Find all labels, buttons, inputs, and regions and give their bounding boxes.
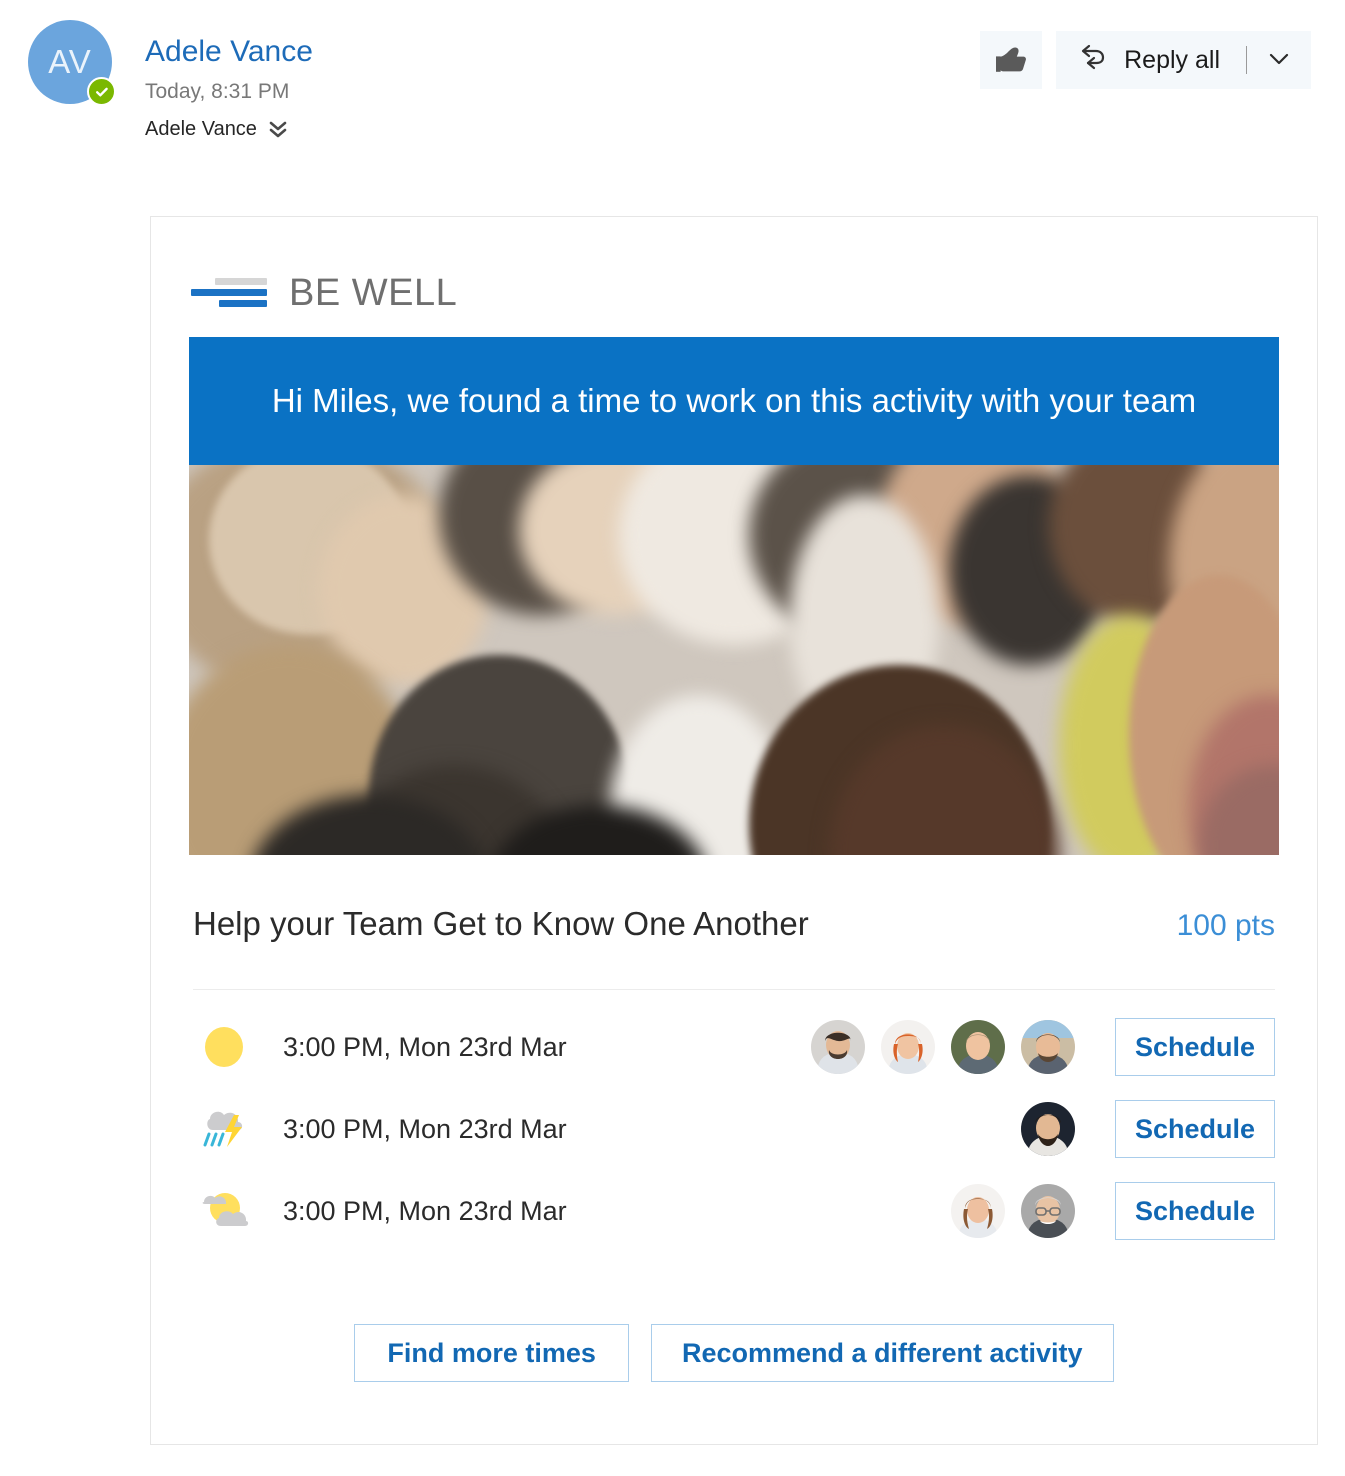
thunderstorm-rain-icon [193, 1106, 261, 1152]
attendee-avatar[interactable] [951, 1020, 1005, 1074]
attendee-avatar[interactable] [881, 1020, 935, 1074]
sunny-icon [193, 1024, 261, 1070]
hero-section: Hi Miles, we found a time to work on thi… [189, 337, 1279, 855]
slot-attendees [811, 1020, 1075, 1074]
card-footer-actions: Find more times Recommend a different ac… [189, 1324, 1279, 1382]
activity-title-row: Help your Team Get to Know One Another 1… [189, 905, 1279, 943]
slot-time: 3:00 PM, Mon 23rd Mar [283, 1195, 567, 1226]
reply-all-icon [1078, 42, 1108, 79]
double-chevron-down-icon[interactable] [268, 118, 288, 140]
message-header: AV Adele Vance Today, 8:31 PM Adele Vanc… [0, 0, 1345, 175]
time-slot-row: 3:00 PM, Mon 23rd Mar Schedule [189, 1170, 1279, 1252]
partly-cloudy-icon [193, 1188, 261, 1234]
hero-banner-text: Hi Miles, we found a time to work on thi… [271, 382, 1197, 419]
schedule-button[interactable]: Schedule [1115, 1018, 1275, 1076]
schedule-button[interactable]: Schedule [1115, 1182, 1275, 1240]
hero-photo [189, 465, 1279, 855]
recommend-activity-button[interactable]: Recommend a different activity [650, 1324, 1114, 1382]
attendee-avatar[interactable] [1021, 1102, 1075, 1156]
slot-time: 3:00 PM, Mon 23rd Mar [283, 1031, 567, 1062]
brand-logo-text: BE WELL [289, 271, 458, 314]
time-slot-row: 3:00 PM, Mon 23rd Mar Schedule [189, 1088, 1279, 1170]
chevron-down-icon[interactable] [1267, 46, 1291, 75]
brand-logo: BE WELL [189, 265, 1279, 321]
time-slot-row: 3:00 PM, Mon 23rd Mar Schedule [189, 1006, 1279, 1088]
slot-attendees [1021, 1102, 1075, 1156]
avatar[interactable]: AV [28, 20, 116, 106]
reply-all-label: Reply all [1124, 45, 1220, 74]
recipient-row[interactable]: Adele Vance [145, 115, 313, 143]
attendee-avatar[interactable] [951, 1184, 1005, 1238]
be-well-bars-logo [191, 273, 271, 313]
attendee-avatar[interactable] [1021, 1184, 1075, 1238]
sender-name[interactable]: Adele Vance [145, 34, 313, 70]
thumbs-up-icon [994, 44, 1028, 77]
attendee-avatar[interactable] [1021, 1020, 1075, 1074]
message-toolbar: Reply all [980, 31, 1311, 89]
time-slot-list: 3:00 PM, Mon 23rd Mar Schedule 3:00 PM, … [189, 1006, 1279, 1252]
like-button[interactable] [980, 31, 1043, 89]
recipient-name: Adele Vance [145, 118, 257, 140]
title-divider [193, 989, 1275, 990]
activity-points: 100 pts [1176, 909, 1275, 942]
schedule-button[interactable]: Schedule [1115, 1100, 1275, 1158]
find-more-times-button[interactable]: Find more times [354, 1324, 629, 1382]
verified-check-icon [87, 77, 116, 106]
activity-title: Help your Team Get to Know One Another [193, 905, 809, 942]
reply-all-button[interactable]: Reply all [1056, 31, 1311, 89]
sender-block: Adele Vance Today, 8:31 PM Adele Vance [145, 34, 313, 143]
hero-banner: Hi Miles, we found a time to work on thi… [189, 337, 1279, 465]
message-timestamp: Today, 8:31 PM [145, 80, 290, 103]
email-body-card: BE WELL Hi Miles, we found a time to wor… [150, 216, 1318, 1445]
attendee-avatar[interactable] [811, 1020, 865, 1074]
slot-time: 3:00 PM, Mon 23rd Mar [283, 1113, 567, 1144]
slot-attendees [951, 1184, 1075, 1238]
toolbar-separator [1246, 46, 1247, 74]
